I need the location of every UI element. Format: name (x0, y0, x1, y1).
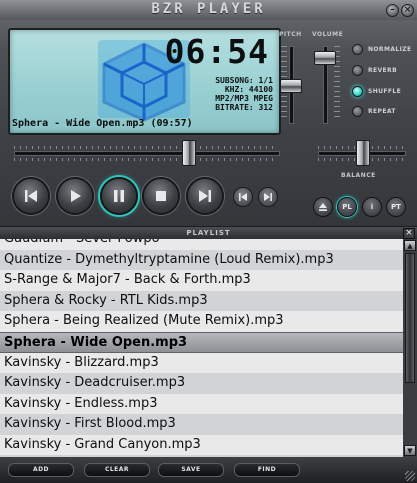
time-display: 06:54 (164, 32, 269, 71)
toggle-reverb[interactable]: REVERB (352, 63, 397, 77)
next-icon (199, 190, 211, 202)
playlist-item[interactable]: Kavinsky - Endless.mp3 (0, 394, 403, 415)
playlist-footer: ADD CLEAR SAVE FIND (0, 457, 417, 483)
shuffle-led[interactable] (352, 85, 363, 97)
playlist-item[interactable]: Sphera - Being Realized (Mute Remix).mp3 (0, 311, 403, 332)
repeat-led[interactable] (352, 105, 363, 117)
skip-back-icon (239, 193, 247, 201)
toggle-shuffle[interactable]: SHUFFLE (352, 84, 401, 98)
playlist-close-button[interactable]: × (403, 228, 415, 239)
info-button[interactable]: i (362, 197, 382, 217)
playlist-header: PLAYLIST × (0, 227, 417, 239)
toggle-label: REVERB (368, 66, 398, 74)
scroll-up-button[interactable]: ▲ (404, 240, 416, 251)
playlist-toggle-button[interactable]: PL (337, 197, 357, 217)
normalize-led[interactable] (352, 43, 363, 55)
play-button[interactable] (56, 177, 94, 215)
lcd-display: 06:54 SUBSONG: 1/1 KHZ: 44100 MP2/MP3 MP… (8, 28, 281, 135)
playlist-icon: PL (342, 203, 352, 211)
skip-forward-icon (264, 193, 272, 201)
resize-grip[interactable] (405, 471, 415, 481)
playlist-scrollbar[interactable]: ▲ ▼ (403, 239, 417, 457)
volume-label: VOLUME (312, 31, 344, 38)
add-button[interactable]: ADD (8, 463, 74, 477)
bitrate-text: BITRATE: 312 (215, 103, 273, 112)
plugins-icon: PT (391, 203, 401, 211)
playlist-item[interactable]: S-Range & Major7 - Back & Forth.mp3 (0, 270, 403, 291)
seek-ticks (14, 146, 278, 149)
toggle-repeat[interactable]: REPEAT (352, 104, 396, 118)
playlist-item[interactable]: Quantize - Dymethyltryptamine (Loud Remi… (0, 249, 403, 270)
toggle-normalize[interactable]: NORMALIZE (352, 42, 411, 56)
subsong-text: SUBSONG: 1/1 (215, 76, 273, 85)
play-icon (71, 190, 81, 202)
playlist-items: Gaudium - Sever PowpoQuantize - Dymethyl… (0, 239, 403, 457)
seek-ticks (14, 158, 278, 161)
toggle-label: REPEAT (368, 107, 396, 115)
playlist-title: PLAYLIST (186, 229, 231, 237)
seek-slider-knob[interactable] (181, 140, 196, 166)
find-button[interactable]: FIND (234, 463, 300, 477)
balance-slider-knob[interactable] (356, 140, 370, 166)
pause-icon (114, 190, 124, 202)
toggle-label: SHUFFLE (368, 87, 402, 95)
eject-icon (319, 203, 327, 211)
playlist-item[interactable]: Kavinsky - Blizzard.mp3 (0, 353, 403, 374)
minimize-button[interactable]: – (386, 4, 399, 17)
stop-button[interactable] (142, 177, 180, 215)
playlist-item[interactable]: Sphera & Rocky - RTL Kids.mp3 (0, 290, 403, 311)
playlist-item[interactable]: Kavinsky - First Blood.mp3 (0, 414, 403, 435)
clear-button[interactable]: CLEAR (84, 463, 150, 477)
scroll-thumb[interactable] (405, 253, 415, 383)
skip-back-button[interactable] (233, 187, 253, 207)
playlist-item[interactable]: Kavinsky - Grand Canyon.mp3 (0, 435, 403, 456)
next-button[interactable] (186, 177, 224, 215)
now-playing-text: Sphera - Wide Open.mp3 (09:57) (12, 118, 193, 129)
track-info: SUBSONG: 1/1 KHZ: 44100 MP2/MP3 MPEG BIT… (215, 76, 273, 112)
plugins-button[interactable]: PT (386, 197, 406, 217)
pitch-slider-knob[interactable] (280, 79, 302, 93)
previous-button[interactable] (12, 177, 50, 215)
player-panel: BZR PLAYER – × 06:54 SUBSONG: 1/1 KHZ: 4… (0, 0, 417, 227)
playlist-item[interactable]: Kavinsky - Deadcruiser.mp3 (0, 373, 403, 394)
toggle-label: NORMALIZE (368, 45, 412, 53)
scroll-down-button[interactable]: ▼ (404, 445, 416, 456)
skip-forward-button[interactable] (258, 187, 278, 207)
playlist-list[interactable]: Gaudium - Sever PowpoQuantize - Dymethyl… (0, 239, 403, 457)
info-icon: i (370, 203, 374, 211)
app-title: BZR PLAYER (151, 1, 266, 17)
format-text: MP2/MP3 MPEG (215, 94, 273, 103)
playlist-item[interactable]: Gaudium - Sever Powpo (0, 239, 403, 250)
stop-icon (156, 191, 166, 201)
pitch-label: PITCH (279, 31, 302, 38)
balance-label: BALANCE (341, 172, 376, 179)
eject-button[interactable] (313, 197, 333, 217)
reverb-led[interactable] (352, 64, 363, 76)
playlist-item-selected[interactable]: Sphera - Wide Open.mp3 (0, 331, 403, 353)
seek-slider-track[interactable] (14, 151, 280, 156)
khz-text: KHZ: 44100 (224, 85, 273, 94)
previous-icon (25, 190, 37, 202)
pause-button[interactable] (100, 177, 138, 215)
volume-slider-knob[interactable] (314, 51, 336, 66)
close-button[interactable]: × (401, 4, 414, 17)
save-button[interactable]: SAVE (158, 463, 224, 477)
